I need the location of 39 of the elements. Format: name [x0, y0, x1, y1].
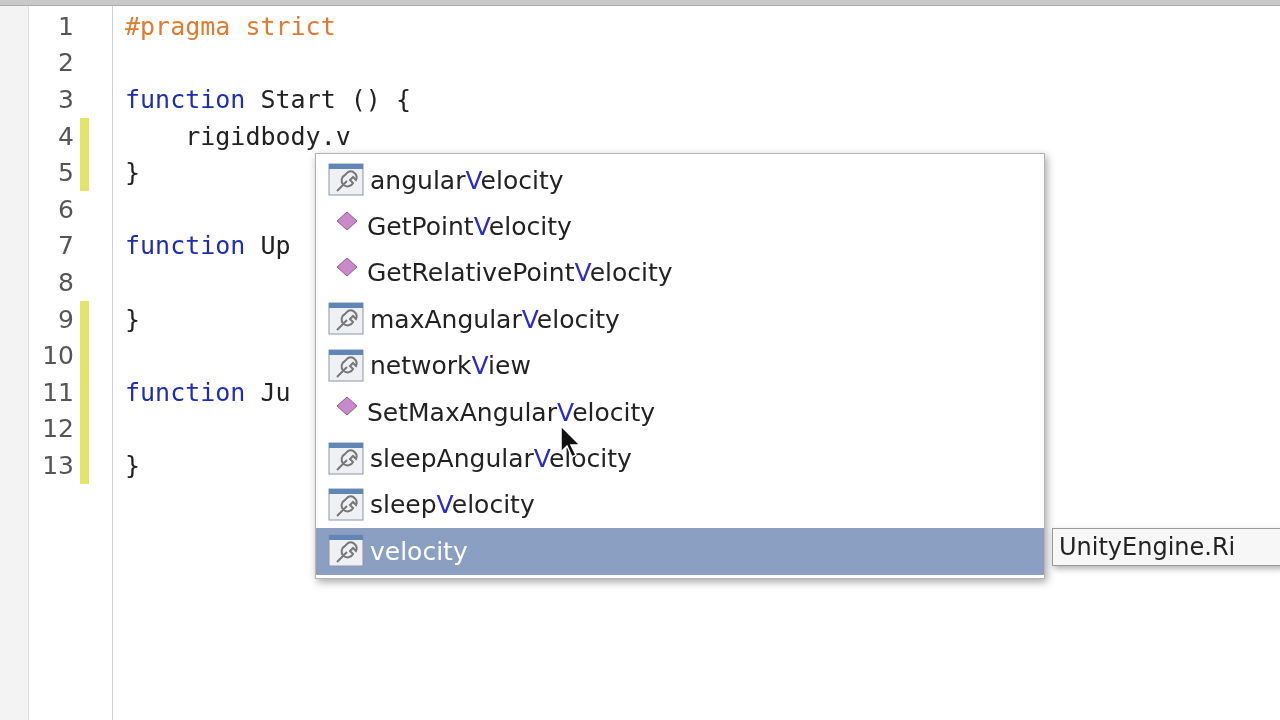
- completion-item[interactable]: maxAngularVelocity: [316, 296, 1044, 343]
- wrench-window-icon: [328, 163, 364, 198]
- completion-item[interactable]: networkView: [316, 342, 1044, 389]
- line-number: 11: [42, 377, 74, 407]
- line-number: 4: [58, 121, 74, 151]
- code-line: function Ju: [125, 377, 291, 407]
- diamond-icon: [336, 210, 358, 231]
- line-number: 12: [42, 414, 74, 444]
- line-number: 10: [42, 341, 74, 371]
- wrench-window-icon: [328, 302, 364, 337]
- code-line: #pragma strict: [125, 11, 336, 41]
- line-number: 3: [58, 85, 74, 114]
- line-number: 5: [58, 158, 74, 188]
- completion-item[interactable]: GetRelativePointVelocity: [316, 249, 1044, 297]
- type-tooltip: UnityEngine.Ri: [1052, 528, 1280, 566]
- code-line: rigidbody.v: [184, 121, 351, 151]
- line-number: 9: [58, 304, 74, 334]
- completion-item[interactable]: sleepVelocity: [316, 481, 1044, 529]
- line-number: 13: [42, 450, 74, 480]
- line-number: 8: [58, 267, 74, 297]
- wrench-window-icon: [328, 487, 364, 522]
- wrench-window-icon: [328, 534, 364, 569]
- line-number: 1: [58, 11, 74, 41]
- completion-item[interactable]: GetPointVelocity: [316, 203, 1044, 250]
- wrench-window-icon: [328, 441, 364, 476]
- line-number: 6: [58, 194, 74, 224]
- code-line: function Up: [125, 231, 291, 261]
- line-number: 2: [58, 48, 74, 78]
- completion-item[interactable]: angularVelocity: [316, 157, 1044, 204]
- code-line: }: [125, 450, 141, 480]
- line-number: 7: [58, 231, 74, 261]
- code-line: }: [125, 158, 141, 188]
- diamond-icon: [336, 396, 358, 417]
- wrench-window-icon: [328, 348, 364, 383]
- completion-item[interactable]: SetMaxAngularVelocity: [316, 388, 1044, 436]
- code-line: }: [125, 304, 141, 334]
- completion-item[interactable]: sleepAngularVelocity: [316, 435, 1044, 482]
- code-line: function Start () {: [125, 85, 411, 114]
- diamond-icon: [336, 256, 358, 277]
